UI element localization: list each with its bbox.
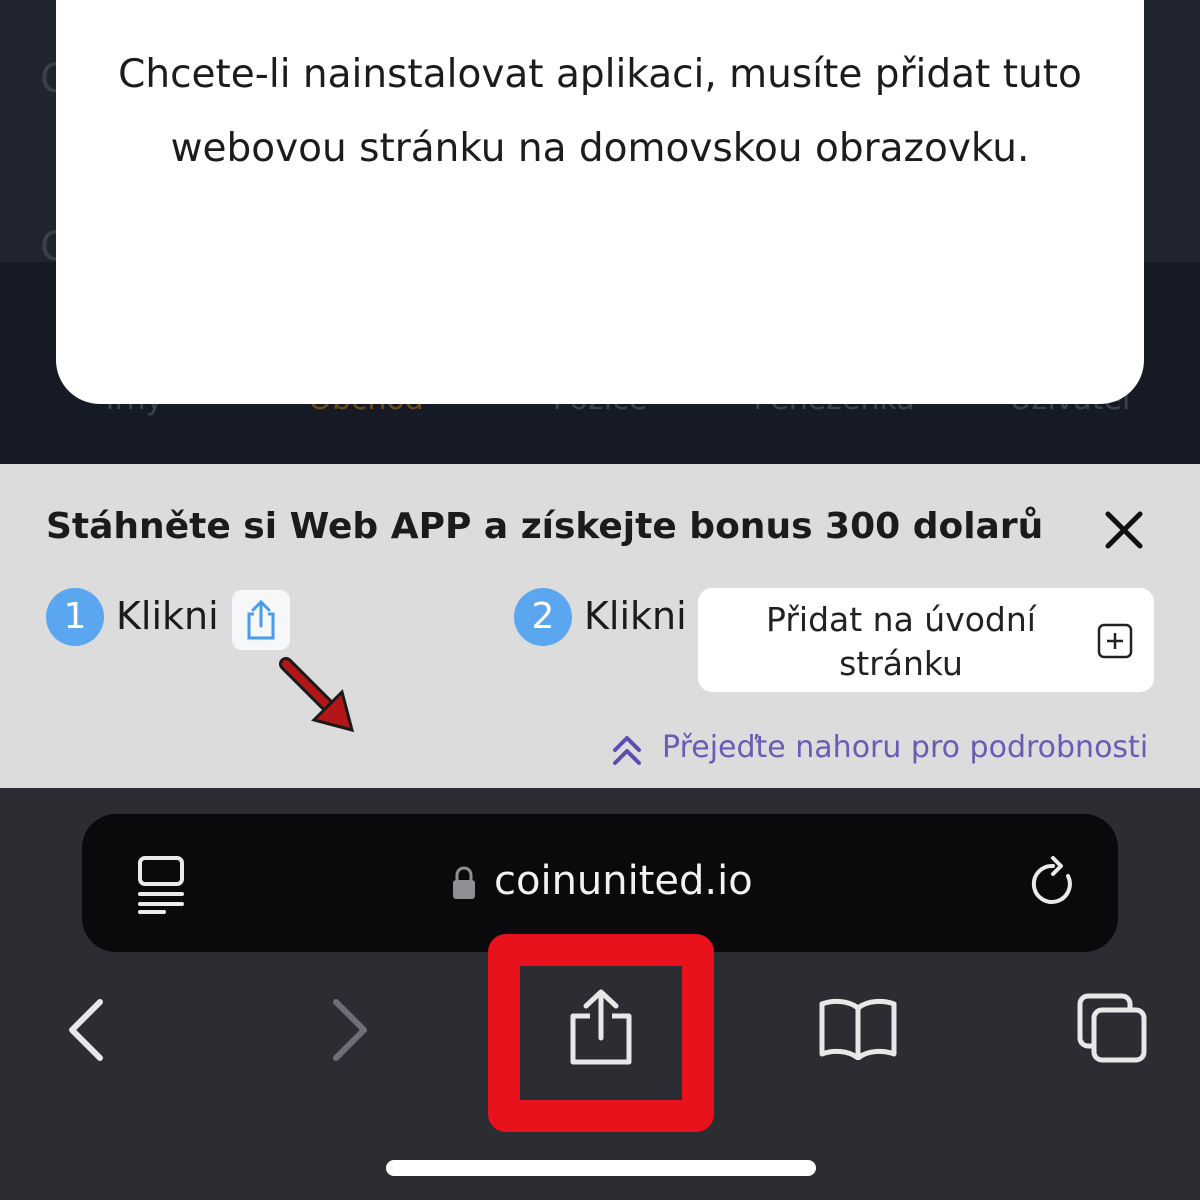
bookmarks-icon[interactable] bbox=[818, 996, 898, 1060]
arrow-down-right-icon bbox=[279, 657, 355, 733]
step2-label: Klikni bbox=[584, 594, 687, 638]
browser-chrome: coinunited.io bbox=[0, 788, 1200, 1200]
double-chevron-up-icon bbox=[613, 736, 641, 765]
plus-square-icon bbox=[1097, 623, 1133, 659]
url-text: coinunited.io bbox=[494, 858, 753, 904]
modal-message: Chcete-li nainstalovat aplikaci, musíte … bbox=[118, 52, 1082, 171]
add-to-home-screen-label: Přidat na úvodní stránku bbox=[766, 600, 1036, 683]
step1-label: Klikni bbox=[116, 594, 219, 638]
step-number-2: 2 bbox=[514, 588, 572, 646]
lock-icon bbox=[453, 866, 475, 899]
add-to-home-screen-button[interactable]: Přidat na úvodní stránku bbox=[698, 588, 1154, 692]
forward-icon[interactable] bbox=[326, 992, 374, 1068]
step-number-1: 1 bbox=[46, 588, 104, 646]
swipe-up-text: Přejeďte nahoru pro podrobnosti bbox=[662, 730, 1149, 765]
banner-title: Stáhněte si Web APP a získejte bonus 300… bbox=[46, 506, 1044, 547]
address-bar[interactable]: coinunited.io bbox=[82, 814, 1118, 952]
reader-mode-icon[interactable] bbox=[136, 854, 186, 914]
home-indicator bbox=[386, 1160, 816, 1176]
reload-icon[interactable] bbox=[1026, 854, 1080, 912]
install-banner: Stáhněte si Web APP a získejte bonus 300… bbox=[0, 464, 1200, 788]
close-icon[interactable] bbox=[1098, 504, 1150, 556]
back-icon[interactable] bbox=[62, 992, 110, 1068]
step1-share-icon-box bbox=[232, 590, 290, 650]
share-icon bbox=[247, 599, 275, 640]
tabs-icon[interactable] bbox=[1076, 992, 1150, 1064]
install-modal: Chcete-li nainstalovat aplikaci, musíte … bbox=[56, 0, 1144, 404]
share-button-highlight bbox=[488, 934, 714, 1132]
